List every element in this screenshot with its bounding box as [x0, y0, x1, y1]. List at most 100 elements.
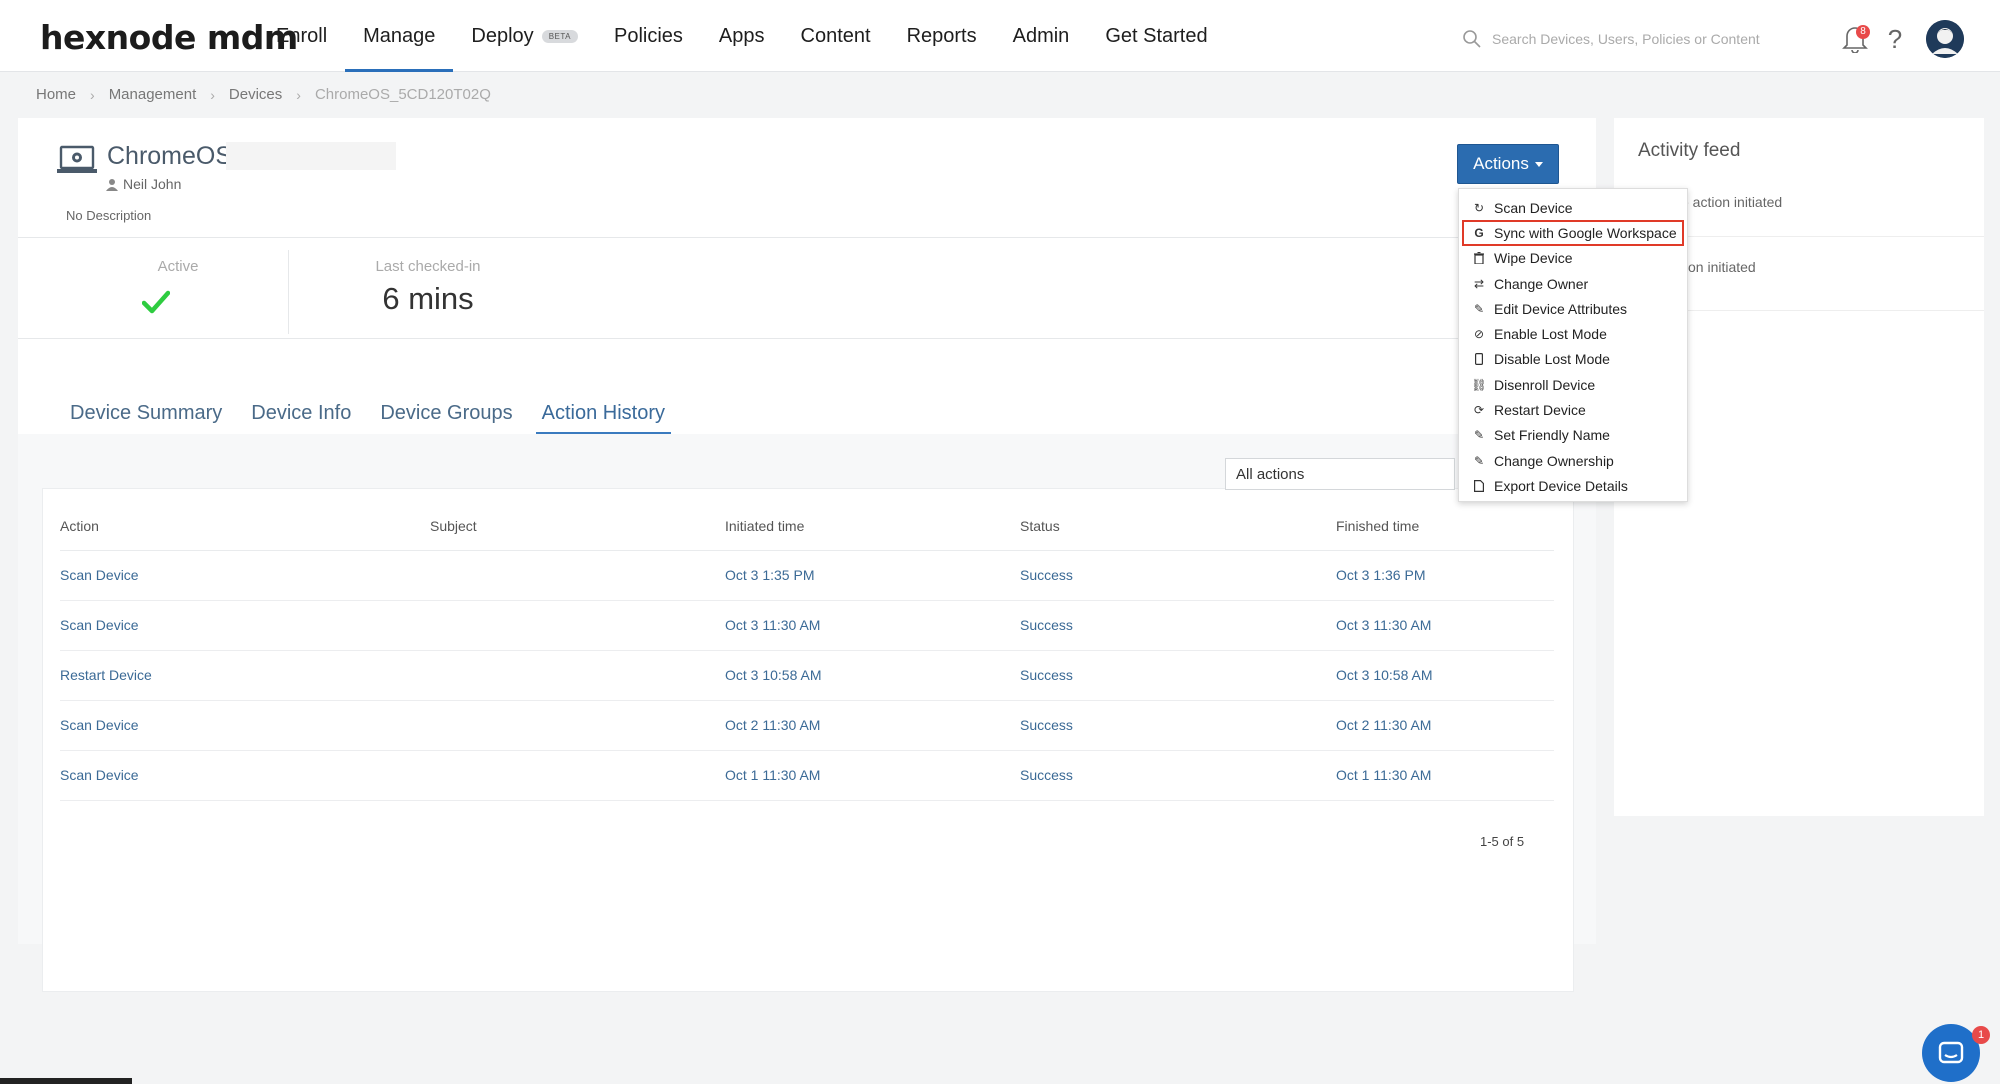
col-initiated-time: Initiated time: [725, 502, 1020, 551]
actions-button[interactable]: Actions: [1457, 144, 1559, 184]
menu-item-set-friendly-name[interactable]: ✎ Set Friendly Name: [1459, 423, 1687, 448]
cell-subject: [430, 600, 725, 651]
menu-item-label: Edit Device Attributes: [1494, 300, 1628, 317]
menu-item-label: Disenroll Device: [1494, 376, 1596, 393]
notifications-button[interactable]: 8: [1842, 23, 1872, 55]
nav-policies-label: Policies: [614, 24, 683, 47]
cell-finished-time: Oct 1 11:30 AM: [1336, 750, 1554, 801]
device-tabs: Device Summary Device Info Device Groups…: [64, 396, 688, 435]
cell-finished-time: Oct 3 11:30 AM: [1336, 600, 1554, 651]
chat-unread-badge: 1: [1972, 1026, 1990, 1044]
breadcrumb: Home › Management › Devices › ChromeOS_5…: [36, 86, 491, 103]
cell-finished-time: Oct 3 1:36 PM: [1336, 550, 1554, 601]
tab-device-summary[interactable]: Device Summary: [64, 396, 228, 433]
cell-subject: [430, 650, 725, 701]
menu-item-export-device-details[interactable]: Export Device Details: [1459, 473, 1687, 498]
menu-item-restart-device[interactable]: ⟳ Restart Device: [1459, 397, 1687, 422]
menu-item-enable-lost-mode[interactable]: ⊘ Enable Lost Mode: [1459, 321, 1687, 346]
cell-subject: [430, 750, 725, 801]
actions-button-label: Actions: [1473, 154, 1529, 173]
nav-get-started[interactable]: Get Started: [1087, 0, 1225, 72]
cell-action[interactable]: Scan Device: [60, 700, 430, 751]
status-stat: Active: [108, 258, 248, 275]
help-icon[interactable]: ?: [1880, 24, 1910, 55]
action-filter-value: All actions: [1236, 465, 1305, 483]
user-avatar[interactable]: [1926, 20, 1964, 58]
menu-item-scan-device[interactable]: ↻ Scan Device: [1459, 195, 1687, 220]
menu-item-label: Wipe Device: [1494, 250, 1573, 267]
nav-enroll[interactable]: Enroll: [258, 0, 345, 72]
stat-divider: [288, 250, 289, 334]
action-filter-select[interactable]: All actions: [1225, 458, 1455, 490]
cell-action[interactable]: Scan Device: [60, 600, 430, 651]
nav-reports[interactable]: Reports: [889, 0, 995, 72]
cell-initiated-time: Oct 3 11:30 AM: [725, 600, 1020, 651]
table-row: Restart Device Oct 3 10:58 AM Success Oc…: [60, 650, 1554, 701]
chevron-right-icon: ›: [296, 86, 301, 103]
menu-item-label: Sync with Google Workspace: [1494, 224, 1677, 241]
menu-item-label: Change Owner: [1494, 275, 1589, 292]
pdf-icon: [1472, 479, 1486, 493]
breadcrumb-current-device: ChromeOS_5CD120T02Q: [314, 86, 491, 103]
menu-item-edit-device-attributes[interactable]: ✎ Edit Device Attributes: [1459, 296, 1687, 321]
nav-deploy[interactable]: Deploy BETA: [453, 0, 596, 72]
menu-item-disable-lost-mode[interactable]: Disable Lost Mode: [1459, 347, 1687, 372]
notification-count-badge: 8: [1856, 25, 1870, 39]
col-status: Status: [1020, 502, 1336, 551]
cell-action[interactable]: Scan Device: [60, 550, 430, 601]
breadcrumb-home[interactable]: Home: [36, 86, 76, 103]
restart-icon: ⟳: [1473, 403, 1485, 418]
cell-status: Success: [1020, 600, 1336, 651]
breadcrumb-devices[interactable]: Devices: [229, 86, 282, 103]
actions-dropdown-menu: ↻ Scan Device G Sync with Google Workspace…: [1458, 188, 1688, 502]
nav-enroll-label: Enroll: [276, 24, 328, 47]
last-checkin-value: 6 mins: [382, 281, 474, 316]
menu-item-change-ownership[interactable]: ✎ Change Ownership: [1459, 448, 1687, 473]
nav-content[interactable]: Content: [783, 0, 889, 72]
device-name: ChromeOS: [107, 142, 233, 170]
user-icon: [106, 178, 118, 191]
cell-finished-time: Oct 3 10:58 AM: [1336, 650, 1554, 701]
menu-item-wipe-device[interactable]: Wipe Device: [1459, 246, 1687, 271]
cell-initiated-time: Oct 3 1:35 PM: [725, 550, 1020, 601]
redacted-device-name: [226, 142, 396, 170]
phone-icon: [1472, 352, 1486, 366]
nav-admin[interactable]: Admin: [995, 0, 1088, 72]
device-owner-name: Neil John: [123, 176, 182, 192]
nav-content-label: Content: [800, 24, 871, 47]
nav-admin-label: Admin: [1012, 24, 1070, 47]
breadcrumb-management[interactable]: Management: [109, 86, 197, 103]
pagination-info: 1-5 of 5: [1480, 834, 1525, 849]
window-edge-bar: [0, 1078, 132, 1084]
unlink-icon: ⛓: [1471, 377, 1487, 392]
table-row: Scan Device Oct 3 11:30 AM Success Oct 3…: [60, 600, 1554, 651]
nav-apps[interactable]: Apps: [701, 0, 783, 72]
top-navigation-bar: hexnode mdm Enroll Manage Deploy BETA Pol…: [0, 0, 2000, 72]
menu-item-change-owner[interactable]: ⇄ Change Owner: [1459, 271, 1687, 296]
main-nav: Enroll Manage Deploy BETA Policies Apps C…: [258, 0, 1226, 72]
trash-icon: [1472, 251, 1486, 265]
search-input[interactable]: [1492, 31, 1792, 47]
nav-reports-label: Reports: [906, 24, 977, 47]
cell-subject: [430, 550, 725, 601]
device-description: No Description: [66, 208, 152, 223]
cell-status: Success: [1020, 650, 1336, 701]
menu-item-disenroll-device[interactable]: ⛓ Disenroll Device: [1459, 372, 1687, 397]
tab-device-groups[interactable]: Device Groups: [374, 396, 518, 433]
feed-item[interactable]: ce action initiated: [1674, 194, 1782, 210]
table-header-row: Action Subject Initiated time Status Fin…: [60, 502, 1554, 551]
pencil-icon: ✎: [1473, 453, 1485, 468]
tab-device-info[interactable]: Device Info: [245, 396, 357, 433]
device-details-panel: ChromeOS Neil John No Description Active…: [18, 118, 1596, 992]
last-checkin-stat: Last checked-in 6 mins: [348, 258, 508, 317]
nav-manage[interactable]: Manage: [345, 0, 454, 72]
table-row: Scan Device Oct 3 1:35 PM Success Oct 3 …: [60, 550, 1554, 601]
cell-status: Success: [1020, 700, 1336, 751]
nav-policies[interactable]: Policies: [596, 0, 701, 72]
cell-action[interactable]: Scan Device: [60, 750, 430, 801]
pencil-icon: ✎: [1473, 428, 1485, 443]
cell-action[interactable]: Restart Device: [60, 650, 430, 701]
tab-action-history[interactable]: Action History: [535, 396, 672, 435]
menu-item-sync-google-workspace[interactable]: G Sync with Google Workspace: [1462, 220, 1684, 246]
device-owner[interactable]: Neil John: [106, 176, 181, 192]
